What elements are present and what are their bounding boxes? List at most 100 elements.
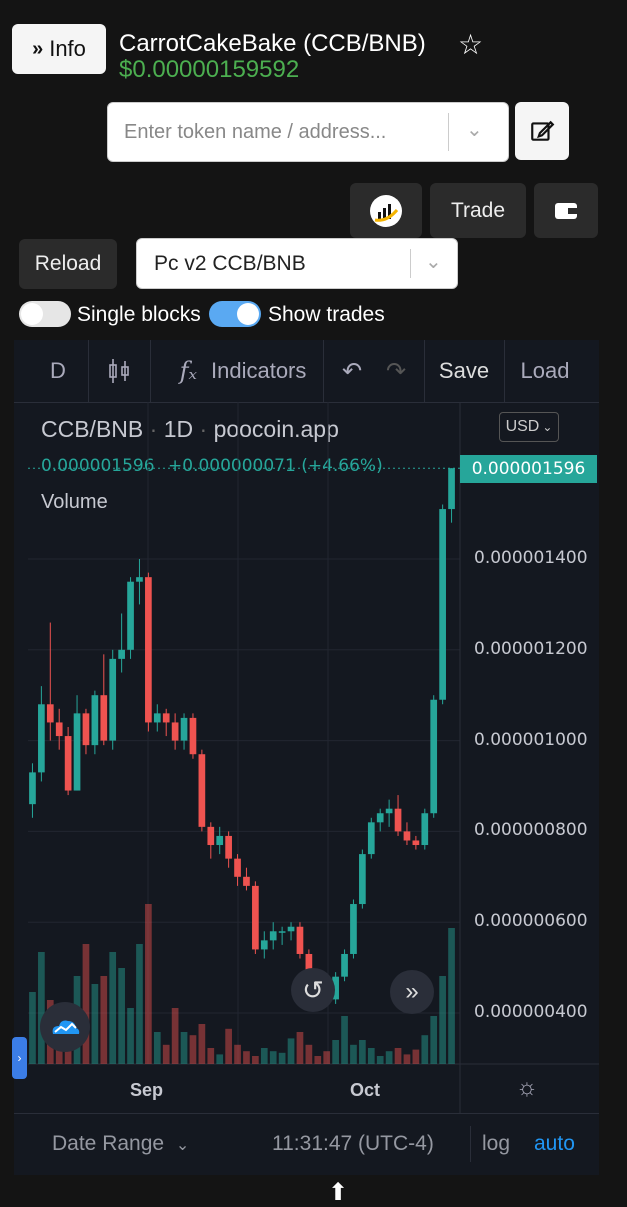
indicators-label: Indicators <box>211 358 307 383</box>
volume-bar <box>243 1051 250 1064</box>
token-price: $0.00000159592 <box>119 56 300 83</box>
last-price-tag: 0.000001596 <box>460 455 597 483</box>
load-button[interactable]: Load <box>505 340 585 402</box>
trade-button[interactable]: Trade <box>430 183 526 238</box>
y-tick-label: 0.000001200 <box>474 638 588 659</box>
volume-bar <box>296 1032 304 1064</box>
candle <box>359 854 366 905</box>
volume-bar <box>350 1044 357 1064</box>
star-icon[interactable]: ☆ <box>458 28 483 61</box>
pair-select[interactable]: Pc v2 CCB/BNB ⌄ <box>136 238 458 289</box>
y-tick-label: 0.000001400 <box>474 548 588 568</box>
candle <box>412 840 420 846</box>
volume-bar <box>82 944 90 1064</box>
candle <box>341 953 348 977</box>
candle <box>118 649 125 659</box>
single-blocks-label: Single blocks <box>77 303 201 326</box>
candle <box>260 940 268 950</box>
interval-button[interactable]: D <box>28 340 88 402</box>
chevron-down-icon: ⌄ <box>175 1137 190 1154</box>
scroll-up-arrow-icon[interactable]: ⬆ <box>328 1178 348 1207</box>
volume-bar <box>323 1051 331 1064</box>
single-blocks-toggle[interactable] <box>19 301 71 327</box>
volume-bar <box>153 1032 161 1064</box>
volume-bar <box>332 1040 339 1064</box>
auto-button[interactable]: auto <box>534 1132 575 1156</box>
volume-bar <box>225 1028 232 1064</box>
candle <box>55 722 63 737</box>
indicators-button[interactable]: fₓ Indicators <box>150 340 336 402</box>
candle <box>216 835 224 846</box>
reload-button[interactable]: Reload <box>19 239 117 289</box>
info-button[interactable]: » Info <box>12 24 106 74</box>
show-trades-label: Show trades <box>268 303 385 326</box>
chart-side-handle[interactable]: › <box>12 1037 27 1079</box>
chart-toolbar: D fₓ Indicators ↶ ↷ Save Load <box>14 340 599 403</box>
candle <box>350 904 357 954</box>
search-input[interactable]: Enter token name / address... <box>124 121 386 144</box>
token-search-select[interactable]: Enter token name / address... ⌄ <box>107 102 509 162</box>
candle <box>29 772 36 805</box>
candle <box>225 835 232 859</box>
volume-bar <box>269 1051 277 1064</box>
volume-bar <box>314 1056 322 1064</box>
candle <box>136 577 143 582</box>
price-chart[interactable] <box>14 402 599 1175</box>
candle <box>430 699 438 814</box>
chart-logo-icon <box>370 194 402 227</box>
volume-bar <box>127 1008 134 1064</box>
volume-bar <box>91 984 99 1064</box>
edit-button[interactable] <box>515 102 569 160</box>
candle <box>198 754 206 827</box>
candle <box>109 658 117 741</box>
volume-bar <box>162 1044 170 1064</box>
replay-button[interactable]: ↺ <box>291 968 335 1012</box>
candle <box>287 926 295 932</box>
last-price-tag-label: 0.000001596 <box>471 459 586 479</box>
candle <box>100 695 108 741</box>
volume-bar <box>278 1052 286 1064</box>
volume-bar <box>403 1054 411 1064</box>
redo-icon[interactable]: ↷ <box>376 340 416 402</box>
pair-selected-value: Pc v2 CCB/BNB <box>154 251 306 275</box>
tradingview-logo[interactable] <box>40 1002 90 1052</box>
y-tick-label: 0.000001000 <box>474 729 588 750</box>
volume-bar <box>367 1048 375 1064</box>
chart-toggle-button[interactable] <box>350 183 422 238</box>
show-trades-toggle[interactable] <box>209 301 261 327</box>
volume-bar <box>394 1048 402 1064</box>
volume-bar <box>180 1032 188 1064</box>
candle <box>38 704 45 773</box>
candle-type-icon[interactable] <box>88 340 150 402</box>
candle <box>448 468 455 510</box>
candle <box>82 713 90 746</box>
date-range-button[interactable]: Date Range ⌄ <box>52 1132 189 1156</box>
save-button[interactable]: Save <box>425 340 503 402</box>
settings-gear-icon[interactable]: ☼ <box>516 1074 538 1102</box>
chevron-down-icon[interactable]: ⌄ <box>425 249 442 274</box>
volume-bar <box>341 1016 348 1064</box>
scroll-right-button[interactable]: » <box>390 970 434 1014</box>
wallet-icon <box>555 202 577 219</box>
wallet-button[interactable] <box>534 183 598 238</box>
log-button[interactable]: log <box>482 1132 510 1156</box>
candle <box>153 713 161 723</box>
volume-bar <box>234 1044 241 1064</box>
function-icon: fₓ <box>179 357 197 385</box>
candle <box>180 717 188 741</box>
chevron-down-icon[interactable]: ⌄ <box>466 117 483 142</box>
reset-icon: ↺ <box>302 974 324 1005</box>
candle <box>64 736 72 791</box>
candle <box>91 695 99 746</box>
volume-bar <box>305 1044 313 1064</box>
volume-bar <box>207 1048 215 1064</box>
chart-widget: D fₓ Indicators ↶ ↷ Save Load CCB/BNB · … <box>14 340 599 1175</box>
volume-bar <box>252 1056 259 1064</box>
y-tick-label: 0.000000600 <box>474 911 588 932</box>
candle <box>296 926 304 954</box>
undo-icon[interactable]: ↶ <box>332 340 372 402</box>
info-label: Info <box>49 36 86 61</box>
volume-bar <box>29 992 36 1064</box>
candle <box>376 813 384 823</box>
volume-bar <box>118 968 125 1064</box>
